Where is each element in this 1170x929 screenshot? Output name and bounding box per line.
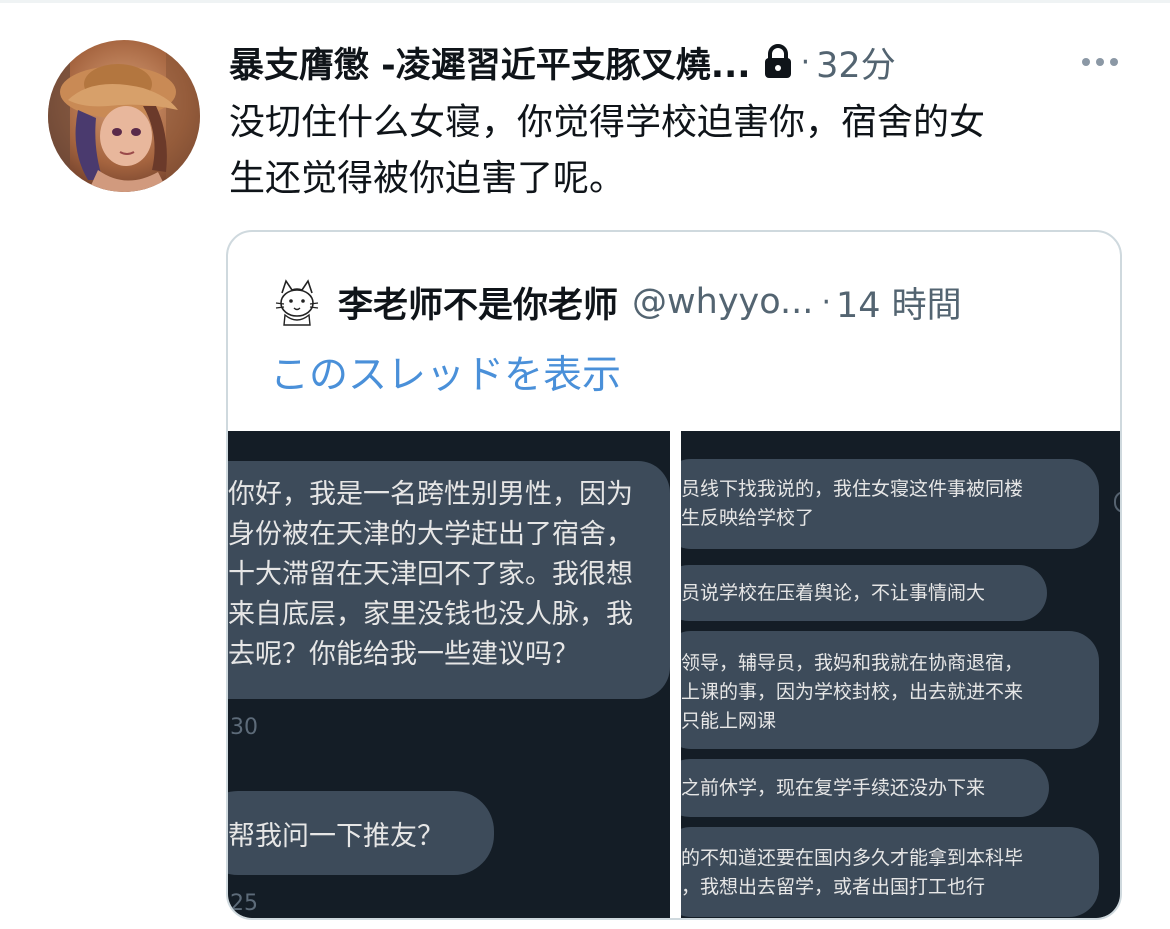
- media-divider: [670, 431, 681, 918]
- quoted-timestamp[interactable]: 14 時間: [836, 277, 962, 328]
- chat-bubble: 你好，我是一名跨性别男性，因为 身份被在天津的大学赶出了宿舍， 十大滞留在天津回…: [228, 461, 670, 699]
- chat-text-line: 帮我问一下推友？: [228, 820, 444, 852]
- chat-bubble: 员说学校在压着舆论，不让事情闹大: [681, 565, 1047, 621]
- chat-timestamp: 30: [230, 715, 258, 740]
- quoted-tweet-header: 李老师不是你老师 @whyyo... · 14 時間: [268, 272, 1098, 332]
- chat-text-line: 只能上网课: [681, 710, 777, 732]
- more-dot: [1110, 58, 1118, 66]
- header-separator: ·: [800, 44, 811, 80]
- chat-text-line: 领导，辅导员，我妈和我就在协商退宿，: [681, 652, 1024, 674]
- chat-text-line: 来自底层，家里没钱也没人脉，我: [228, 599, 633, 630]
- more-dot: [1082, 58, 1090, 66]
- chat-text-line: 之前休学，现在复学手续还没办下来: [681, 776, 986, 799]
- chat-text-line: 上课的事，因为学校封校，出去就进不来: [681, 681, 1024, 703]
- tweet-text-line: 生还觉得被你迫害了呢。: [229, 158, 626, 199]
- chat-bubble: 领导，辅导员，我妈和我就在协商退宿， 上课的事，因为学校封校，出去就进不来 只能…: [681, 631, 1099, 749]
- tweet-text-line: 没切住什么女寝，你觉得学校迫害你，宿舍的女: [229, 102, 986, 143]
- media-image-left[interactable]: 你好，我是一名跨性别男性，因为 身份被在天津的大学赶出了宿舍， 十大滞留在天津回…: [228, 431, 670, 918]
- chat-text-line: 的不知道还要在国内多久才能拿到本科毕: [681, 847, 1024, 869]
- lock-icon: [763, 44, 793, 80]
- quoted-separator: ·: [821, 284, 831, 320]
- more-dot: [1096, 58, 1104, 66]
- chat-text-line: 你好，我是一名跨性别男性，因为: [228, 479, 633, 510]
- chat-bubble: 帮我问一下推友？: [228, 791, 494, 875]
- chat-bubble: 之前休学，现在复学手续还没办下来: [681, 759, 1049, 817]
- top-divider: [0, 0, 1170, 3]
- tweet-timestamp[interactable]: 32分: [816, 37, 896, 88]
- author-display-name[interactable]: 暴支膺懲 -凌遲習近平支豚叉燒...: [229, 37, 751, 88]
- chat-bubble: 员线下找我说的，我住女寝这件事被同楼 生反映给学校了: [681, 459, 1099, 549]
- quoted-tweet-card[interactable]: 李老师不是你老师 @whyyo... · 14 時間 このスレッドを表示 你好，…: [226, 230, 1122, 920]
- chat-text-line: 生反映给学校了: [681, 507, 815, 529]
- quoted-media-grid[interactable]: 你好，我是一名跨性别男性，因为 身份被在天津的大学赶出了宿舍， 十大滞留在天津回…: [228, 431, 1120, 918]
- chat-text-line: 员线下找我说的，我住女寝这件事被同楼: [681, 478, 1024, 500]
- media-image-right[interactable]: 员线下找我说的，我住女寝这件事被同楼 生反映给学校了 员说学校在压着舆论，不让事…: [681, 431, 1120, 918]
- chat-text-line: ，我想出去留学，或者出国打工也行: [681, 876, 986, 898]
- chat-text-line: 身份被在天津的大学赶出了宿舍，: [228, 519, 633, 550]
- quoted-display-name[interactable]: 李老师不是你老师: [338, 277, 618, 328]
- chat-text-line: 十大滞留在天津回不了家。我很想: [228, 559, 633, 590]
- author-avatar[interactable]: [48, 40, 200, 192]
- tweet-header: 暴支膺懲 -凌遲習近平支豚叉燒... · 32分: [229, 36, 1134, 88]
- quoted-author-avatar[interactable]: [268, 273, 326, 331]
- tweet-body: 没切住什么女寝，你觉得学校迫害你，宿舍的女 生还觉得被你迫害了呢。: [229, 95, 1129, 207]
- reaction-handle: [1114, 491, 1120, 513]
- chat-bubble: 的不知道还要在国内多久才能拿到本科毕 ，我想出去留学，或者出国打工也行: [681, 827, 1099, 917]
- show-thread-link[interactable]: このスレッドを表示: [270, 344, 621, 400]
- quoted-handle[interactable]: @whyyo...: [632, 282, 813, 322]
- chat-timestamp: 25: [230, 891, 258, 916]
- cat-doodle-icon: [268, 273, 326, 331]
- chat-text-line: 员说学校在压着舆论，不让事情闹大: [681, 581, 986, 604]
- avatar-illustration: [48, 40, 200, 192]
- more-horizontal-icon[interactable]: [1082, 36, 1118, 88]
- chat-text-line: 去呢？你能给我一些建议吗？: [228, 639, 579, 670]
